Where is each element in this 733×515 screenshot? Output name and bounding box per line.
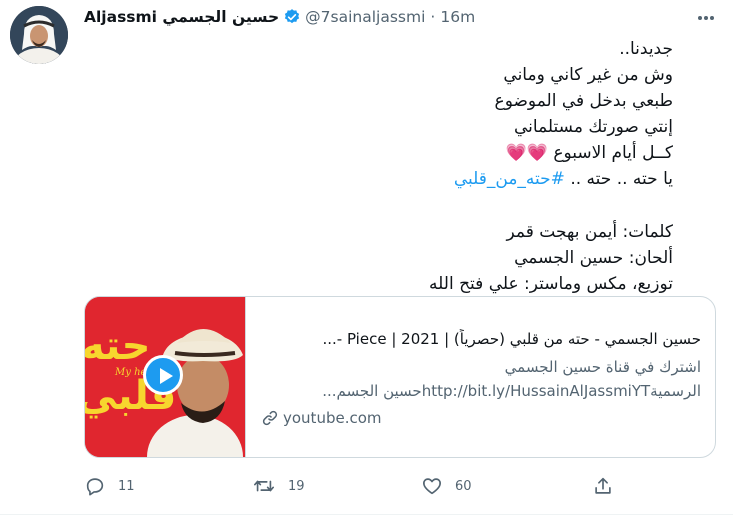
tweet-line: طبعي بدخل في الموضوع [494,91,673,111]
timestamp[interactable]: 16m [440,8,475,26]
share-button[interactable] [592,475,614,497]
credit-line: توزيع، مكس وماستر: علي فتح الله [429,274,673,294]
card-description: اشترك في قناة حسين الجسمي الرسميةhttp://… [261,355,701,403]
tweet-actions: 11 19 60 [84,475,714,501]
tweet-line: جديدنا.. [619,39,673,59]
card-description-line: الرسميةhttp://bit.ly/HussainAlJassmiYTحس… [322,382,701,400]
separator-dot: · [430,8,436,26]
tweet-hashtag-line: يا حته .. حته .. #حته_من_قلبي [430,166,673,192]
retweet-button[interactable]: 19 [252,475,305,497]
credit-line: ألحان: حسين الجسمي [514,248,673,268]
tweet-line: إنتي صورتك مستلماني [514,117,673,137]
link-preview-card[interactable]: حته قلبي My heart حسين الجسمي - حته من ق… [84,296,716,458]
avatar-image [10,6,68,64]
video-thumbnail[interactable]: حته قلبي My heart [85,297,246,457]
retweet-icon [254,480,274,492]
reply-button[interactable]: 11 [84,475,135,497]
thumbnail-title: حته [85,323,150,369]
like-count: 60 [455,478,472,494]
card-title[interactable]: حسين الجسمي - حته من قلبي (حصرياً) | 202… [261,329,701,349]
avatar[interactable] [10,6,68,64]
card-domain[interactable]: youtube.com [261,409,561,427]
tweet-line-text: يا حته .. حته .. [564,169,673,189]
reply-icon [86,478,104,496]
credit-line: كلمات: أيمن بهجت قمر [506,222,673,242]
tweet-text: جديدنا.. وش من غير كاني وماني طبعي بدخل … [429,36,673,297]
heart-icon [423,478,441,495]
tweet-line: وش من غير كاني وماني [503,65,673,85]
link-icon [262,410,278,426]
share-icon [595,477,611,494]
handle[interactable]: @7sainaljassmi [305,8,425,26]
retweet-count: 19 [288,478,305,494]
hashtag-link[interactable]: #حته_من_قلبي [454,169,565,189]
card-description-line: اشترك في قناة حسين الجسمي [504,358,701,376]
more-options-icon[interactable] [694,10,718,26]
tweet-header: Aljassmi حسين الجسمي @7sainaljassmi · 16… [84,6,704,28]
play-button-icon[interactable] [143,355,183,395]
tweet-line: كــل أيام الاسبوع 💗💗 [505,143,673,163]
reply-count: 11 [118,478,135,494]
card-domain-text: youtube.com [283,409,382,427]
display-name[interactable]: Aljassmi حسين الجسمي [84,8,279,26]
like-button[interactable]: 60 [421,475,472,497]
verified-badge-icon [283,8,301,26]
tweet[interactable]: Aljassmi حسين الجسمي @7sainaljassmi · 16… [0,0,733,515]
